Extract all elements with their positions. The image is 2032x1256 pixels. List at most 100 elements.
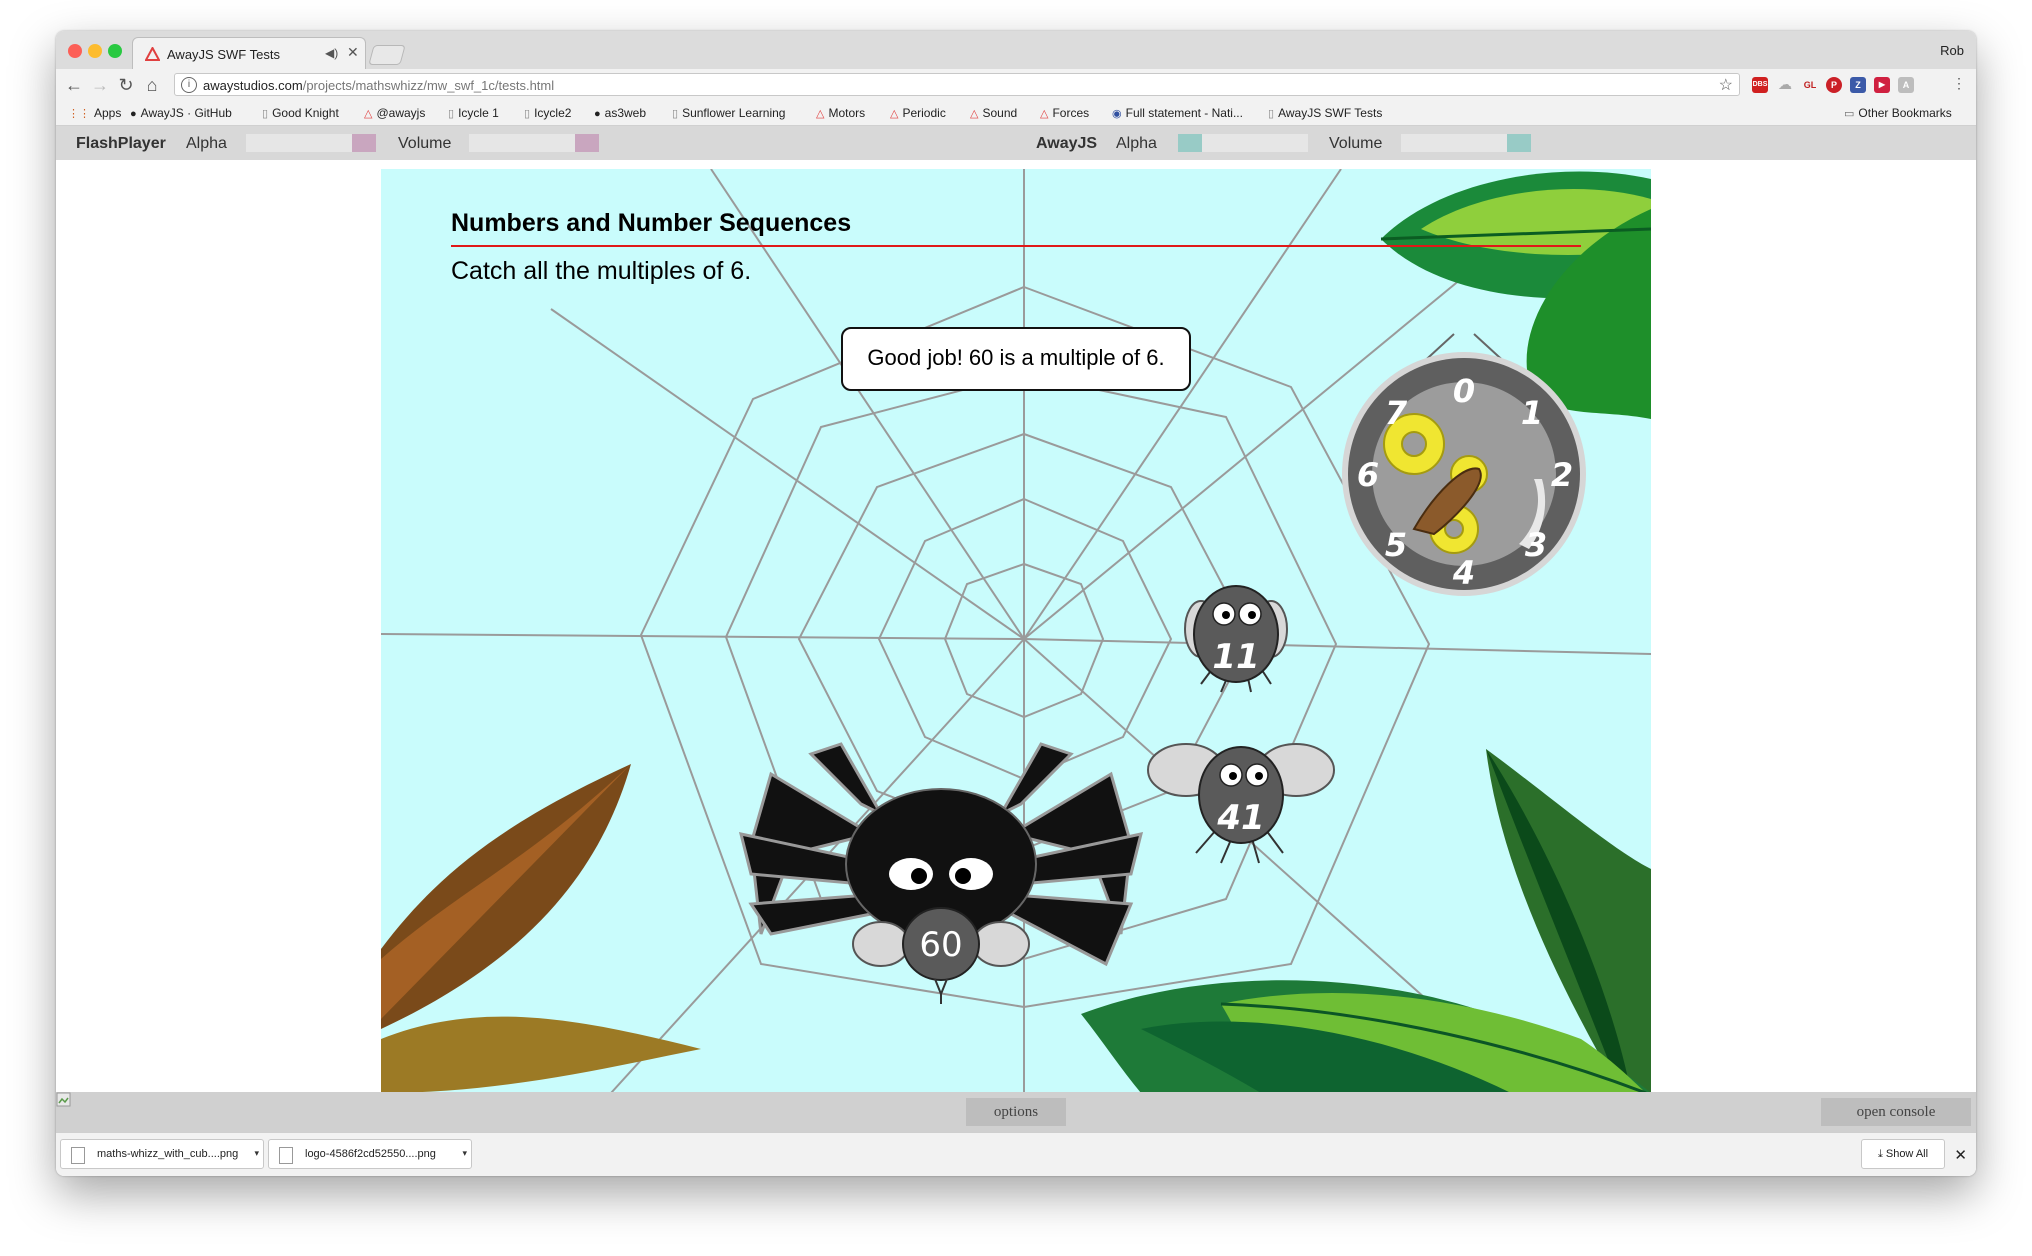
away-alpha-slider[interactable] bbox=[1178, 134, 1308, 152]
awayjs-icon: △ bbox=[816, 108, 825, 120]
flash-alpha-label: Alpha bbox=[186, 135, 227, 152]
fly-number-11: 11 bbox=[1212, 637, 1259, 677]
download-options-icon[interactable]: ▾ bbox=[462, 1148, 467, 1159]
reload-icon[interactable]: ↻ bbox=[116, 76, 136, 94]
extension-play-icon[interactable]: ▶ bbox=[1874, 77, 1890, 93]
bookmark-icycle2[interactable]: ▯ Icycle2 bbox=[524, 106, 571, 120]
awayjs-icon: △ bbox=[890, 108, 899, 120]
instruction-text: Catch all the multiples of 6. bbox=[451, 257, 752, 285]
profile-name[interactable]: Rob bbox=[1940, 43, 1964, 58]
bookmark-label: @awayjs bbox=[376, 106, 426, 120]
page-icon: ▯ bbox=[262, 108, 269, 120]
dial-digit-5: 5 bbox=[1385, 526, 1407, 564]
lesson-title: Numbers and Number Sequences bbox=[451, 209, 852, 237]
bookmark-awayjs[interactable]: △ @awayjs bbox=[364, 106, 425, 120]
tab-title: AwayJS SWF Tests bbox=[167, 47, 280, 62]
bookmark-sound[interactable]: △ Sound bbox=[970, 106, 1017, 120]
bookmark-awayjs-swf-tests[interactable]: ▯ AwayJS SWF Tests bbox=[1268, 106, 1382, 120]
bookmark-sunflower-learning[interactable]: ▯ Sunflower Learning bbox=[672, 106, 785, 120]
away-alpha-label: Alpha bbox=[1116, 135, 1157, 152]
minimize-window-button[interactable] bbox=[88, 44, 102, 58]
address-bar[interactable]: i awaystudios.com/projects/mathswhizz/mw… bbox=[174, 73, 1740, 96]
broken-image-icon bbox=[56, 1092, 71, 1107]
awayjs-label: AwayJS bbox=[1036, 135, 1098, 152]
dial-digit-3: 3 bbox=[1525, 526, 1547, 564]
bookmark-star-icon[interactable]: ☆ bbox=[1719, 75, 1733, 95]
home-icon[interactable]: ⌂ bbox=[142, 76, 162, 94]
fly-11[interactable]: 11 bbox=[1184, 585, 1288, 693]
page-icon: ▯ bbox=[524, 108, 531, 120]
extension-cloud-icon[interactable]: ☁ bbox=[1778, 76, 1792, 93]
leaves-bottom-right bbox=[1081, 749, 1651, 1093]
close-shelf-icon[interactable]: ✕ bbox=[1954, 1146, 1967, 1164]
bookmark-good-knight[interactable]: ▯ Good Knight bbox=[262, 106, 339, 120]
bookmark-label: Icycle 1 bbox=[458, 106, 499, 120]
bookmark-other[interactable]: ▭ Other Bookmarks bbox=[1844, 106, 1952, 120]
bookmark-as3web[interactable]: ● as3web bbox=[594, 106, 646, 120]
bookmarks-bar: ⋮⋮ Apps ● AwayJS · GitHub ▯ Good Knight △ @a… bbox=[56, 101, 1976, 126]
extension-a-icon[interactable]: A bbox=[1898, 77, 1914, 93]
close-tab-icon[interactable]: ✕ bbox=[347, 44, 359, 61]
globe-icon: ◉ bbox=[1112, 108, 1122, 120]
slider-thumb[interactable] bbox=[575, 134, 599, 152]
bookmark-forces[interactable]: △ Forces bbox=[1040, 106, 1089, 120]
chrome-menu-icon[interactable]: ⋮ bbox=[1952, 75, 1966, 92]
open-console-button[interactable]: open console bbox=[1821, 1098, 1971, 1126]
bookmark-label: Forces bbox=[1052, 106, 1090, 120]
new-tab-button[interactable] bbox=[368, 45, 406, 65]
extension-dbs-icon[interactable]: DBS bbox=[1752, 77, 1768, 93]
github-icon: ● bbox=[130, 108, 137, 120]
info-icon[interactable]: i bbox=[181, 77, 197, 93]
bookmark-motors[interactable]: △ Motors bbox=[816, 106, 865, 120]
show-all-label: Show All bbox=[1885, 1148, 1929, 1160]
download-options-icon[interactable]: ▾ bbox=[254, 1148, 259, 1159]
away-volume-slider[interactable] bbox=[1401, 134, 1531, 152]
maximize-window-button[interactable] bbox=[108, 44, 122, 58]
slider-thumb[interactable] bbox=[1507, 134, 1531, 152]
download-item[interactable]: logo-4586f2cd52550....png ▾ bbox=[268, 1139, 472, 1169]
bookmark-label: Periodic bbox=[902, 106, 946, 120]
awayjs-favicon-icon bbox=[145, 47, 160, 61]
title-underline bbox=[451, 245, 1581, 247]
bookmark-periodic[interactable]: △ Periodic bbox=[890, 106, 946, 120]
download-icon: ⤓ bbox=[1877, 1148, 1886, 1160]
back-arrow-icon[interactable]: ← bbox=[64, 76, 84, 94]
game-stage[interactable]: 0 1 2 3 4 5 6 7 11 41 60 Numbers and Num… bbox=[381, 169, 1651, 1093]
browser-tab[interactable]: AwayJS SWF Tests ◀) ✕ bbox=[132, 37, 366, 70]
zotero-icon[interactable]: Z bbox=[1850, 77, 1866, 93]
file-icon bbox=[71, 1147, 85, 1164]
extension-gl-icon[interactable]: GL bbox=[1802, 77, 1818, 93]
caught-fly-number: 60 bbox=[919, 925, 962, 965]
url-host: awaystudios.com bbox=[203, 78, 303, 93]
dial-digit-2: 2 bbox=[1551, 456, 1573, 494]
slider-thumb[interactable] bbox=[352, 134, 376, 152]
awayjs-icon: △ bbox=[1040, 108, 1049, 120]
bookmark-awayjs-github[interactable]: ● AwayJS · GitHub bbox=[130, 106, 232, 120]
browser-window: AwayJS SWF Tests ◀) ✕ Rob ← → ↻ ⌂ i away… bbox=[56, 31, 1976, 1176]
flash-alpha-slider[interactable] bbox=[246, 134, 376, 152]
feedback-bubble: Good job! 60 is a multiple of 6. bbox=[841, 327, 1191, 391]
bookmark-label: as3web bbox=[604, 106, 647, 120]
bookmark-label: Sound bbox=[982, 106, 1018, 120]
fly-41[interactable]: 41 bbox=[1147, 743, 1335, 864]
bookmark-label: Motors bbox=[828, 106, 866, 120]
forward-arrow-icon[interactable]: → bbox=[90, 76, 110, 94]
options-button[interactable]: options bbox=[966, 1098, 1066, 1126]
bookmark-full-statement[interactable]: ◉ Full statement - Nati... bbox=[1112, 106, 1243, 120]
bookmark-icycle-1[interactable]: ▯ Icycle 1 bbox=[448, 106, 499, 120]
pinterest-icon[interactable]: P bbox=[1826, 77, 1842, 93]
flash-volume-slider[interactable] bbox=[469, 134, 599, 152]
bookmark-label: AwayJS · GitHub bbox=[140, 106, 232, 120]
dial-digit-6: 6 bbox=[1357, 456, 1379, 494]
download-item[interactable]: maths-whizz_with_cub....png ▾ bbox=[60, 1139, 264, 1169]
dial-digit-1: 1 bbox=[1521, 394, 1543, 432]
bookmark-apps[interactable]: ⋮⋮ Apps bbox=[68, 106, 121, 120]
bookmark-label: Other Bookmarks bbox=[1858, 106, 1952, 120]
apps-grid-icon: ⋮⋮ bbox=[68, 108, 90, 120]
awayjs-icon: △ bbox=[364, 108, 373, 120]
download-filename: logo-4586f2cd52550....png bbox=[305, 1148, 436, 1160]
show-all-downloads-button[interactable]: ⤓ Show All bbox=[1861, 1139, 1945, 1169]
close-window-button[interactable] bbox=[68, 44, 82, 58]
dial-digit-4: 4 bbox=[1452, 554, 1475, 592]
slider-thumb[interactable] bbox=[1178, 134, 1202, 152]
